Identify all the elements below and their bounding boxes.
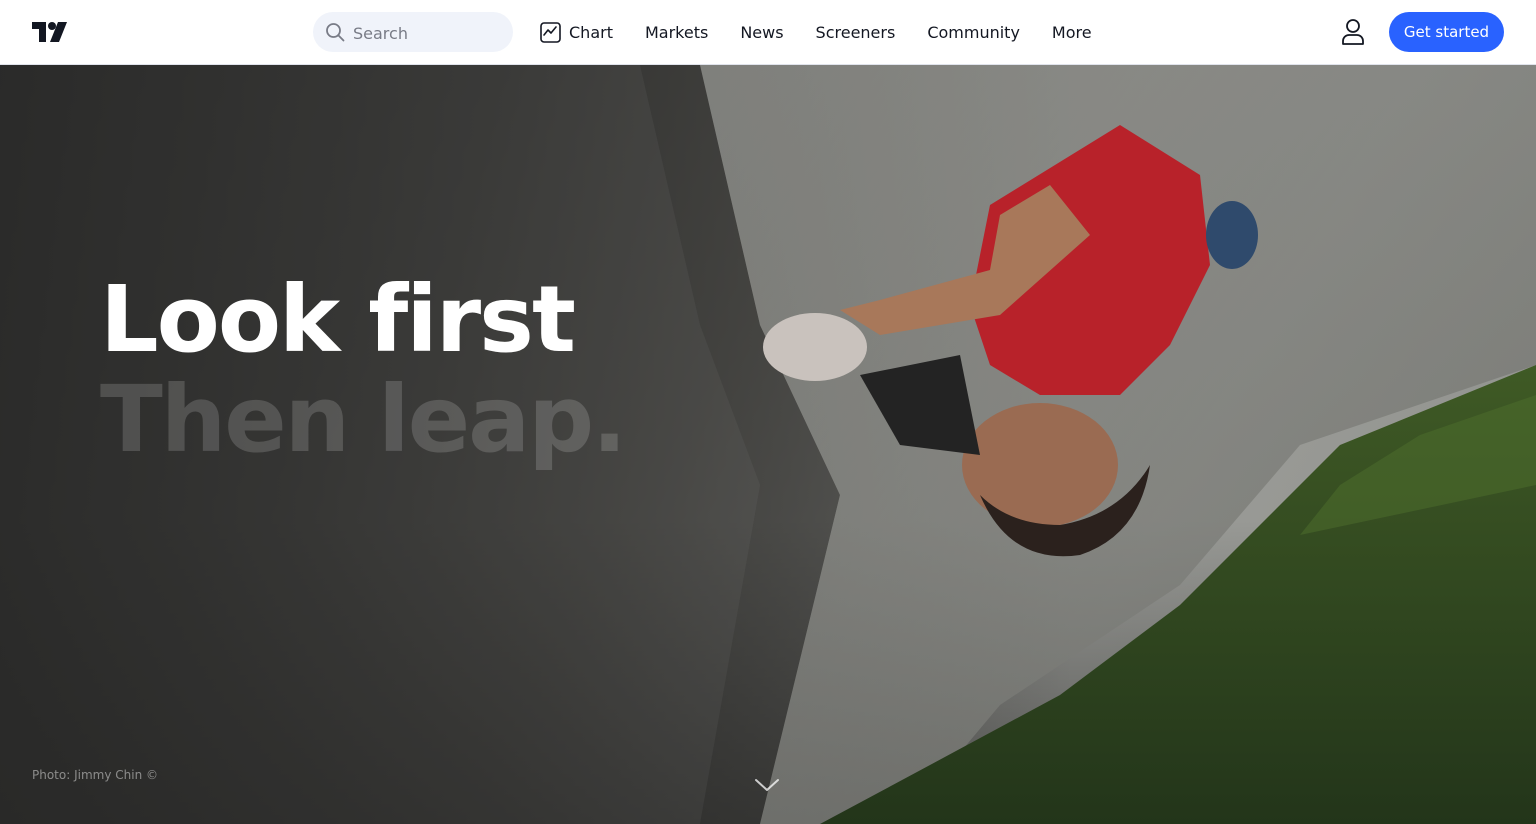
chevron-down-icon[interactable]: [754, 777, 780, 793]
main-nav: Chart Markets News Screeners Community M…: [540, 0, 1124, 64]
nav-item-news[interactable]: News: [740, 0, 783, 64]
chart-icon: [540, 21, 561, 43]
nav-item-label: News: [740, 22, 784, 42]
nav-item-markets[interactable]: Markets: [645, 0, 708, 64]
nav-item-label: Community: [927, 22, 1020, 42]
search-icon: [326, 23, 345, 42]
search-input[interactable]: [351, 12, 505, 54]
nav-item-label: Markets: [644, 22, 709, 42]
hero-headline-line1: Look first: [100, 266, 576, 373]
hero-headline-line2: Then leap.: [100, 366, 627, 473]
hero-headline: Look first Then leap.: [100, 266, 627, 473]
nav-item-label: Screeners: [815, 22, 896, 42]
nav-item-screeners[interactable]: Screeners: [816, 0, 896, 64]
tradingview-logo-icon[interactable]: [32, 20, 68, 44]
nav-item-more[interactable]: More: [1052, 0, 1092, 64]
nav-item-label: More: [1051, 22, 1092, 42]
get-started-button[interactable]: Get started: [1389, 12, 1504, 52]
search-box[interactable]: [313, 12, 513, 54]
photo-credit: Photo: Jimmy Chin ©: [32, 768, 158, 782]
hero-section: Look first Then leap. Photo: Jimmy Chin …: [0, 65, 1536, 824]
user-icon[interactable]: [1340, 18, 1366, 46]
top-navigation-bar: Chart Markets News Screeners Community M…: [0, 0, 1536, 65]
nav-item-chart[interactable]: Chart: [540, 0, 613, 64]
nav-item-community[interactable]: Community: [927, 0, 1020, 64]
nav-item-label: Chart: [569, 22, 613, 42]
